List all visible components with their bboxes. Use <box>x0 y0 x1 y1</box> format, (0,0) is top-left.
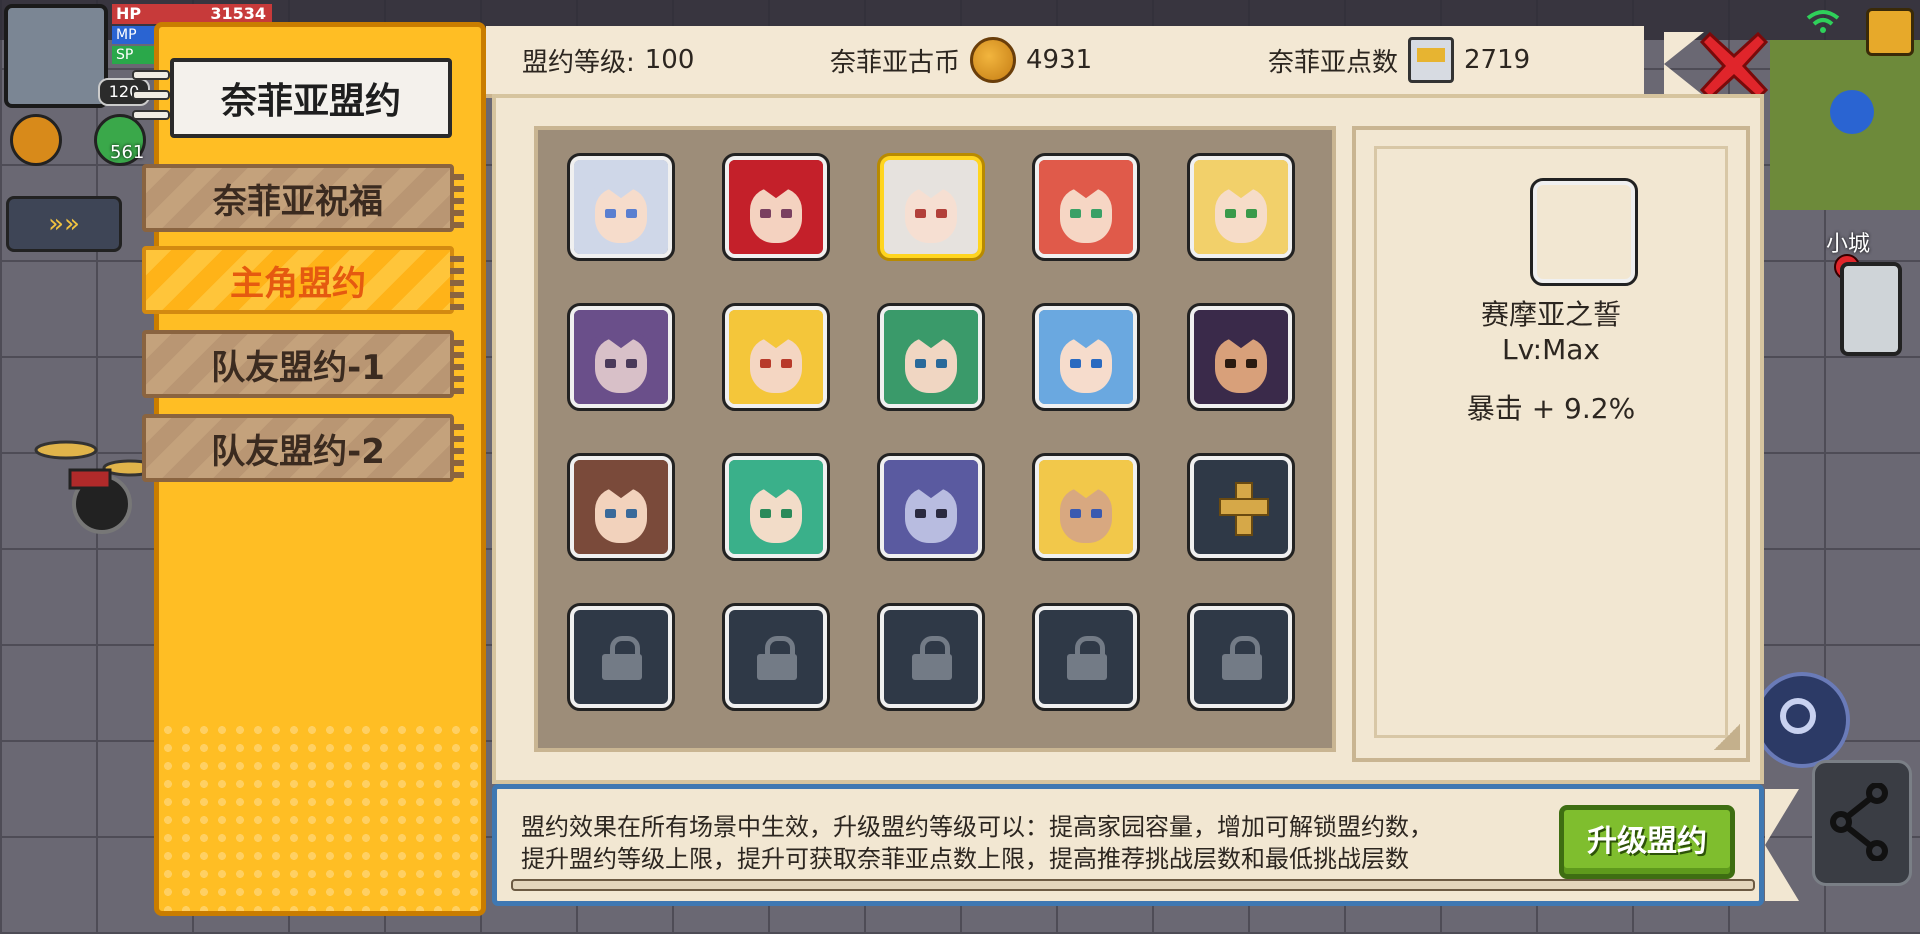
currency-bar: 盟约等级: 100 奈菲亚古币 4931 奈菲亚点数 2719 <box>486 26 1704 98</box>
character-portrait <box>1039 310 1133 404</box>
pact-slot-character[interactable] <box>877 303 985 411</box>
tab-nephia-blessing[interactable]: 奈菲亚祝福 <box>142 164 464 232</box>
player-avatar[interactable] <box>4 4 108 108</box>
drum-kit-prop <box>34 440 158 534</box>
pact-slot-locked[interactable] <box>1032 603 1140 711</box>
character-portrait <box>1039 460 1133 554</box>
fullscreen-icon[interactable] <box>1866 8 1914 56</box>
pact-level-value: 100 <box>644 45 695 75</box>
tab-label: 主角盟约 <box>230 263 366 304</box>
settings-gear-icon[interactable] <box>1754 672 1850 768</box>
lock-icon <box>1067 636 1107 680</box>
pact-level-label: 盟约等级: <box>522 47 635 78</box>
pact-slot-locked[interactable] <box>567 603 675 711</box>
points-value: 2719 <box>1464 45 1531 75</box>
expand-arrows-button[interactable]: »» <box>6 196 122 252</box>
mp-label: MP <box>116 27 137 43</box>
close-icon[interactable] <box>1698 30 1770 102</box>
minimap[interactable] <box>1770 40 1920 210</box>
pact-slot-character[interactable] <box>1187 153 1295 261</box>
memory-card-icon <box>1408 37 1455 83</box>
pact-slot-locked[interactable] <box>722 603 830 711</box>
hp-label: HP <box>116 4 142 23</box>
lock-icon <box>757 636 797 680</box>
plus-icon <box>1219 482 1269 536</box>
pact-slot-character[interactable] <box>567 153 675 261</box>
lock-icon <box>912 636 952 680</box>
upgrade-pact-button[interactable]: 升级盟约 <box>1559 805 1735 879</box>
lock-icon <box>1222 636 1262 680</box>
coin-label: 奈菲亚古币 <box>830 47 961 78</box>
tab-label: 队友盟约-1 <box>211 347 385 388</box>
skill-orange-icon[interactable] <box>10 114 62 166</box>
character-portrait <box>574 160 668 254</box>
phone-icon[interactable] <box>1840 262 1902 356</box>
points-display: 奈菲亚点数 2719 <box>1268 26 1530 94</box>
pact-slot-character[interactable] <box>1032 153 1140 261</box>
pact-slot-character[interactable] <box>722 303 830 411</box>
pact-slot-locked[interactable] <box>877 603 985 711</box>
character-portrait <box>1194 310 1288 404</box>
pact-description-bar: 盟约效果在所有场景中生效，升级盟约等级可以：提高家园容量，增加可解锁盟约数， 提… <box>492 784 1799 906</box>
pact-slot-add[interactable] <box>1187 453 1295 561</box>
detail-portrait <box>1530 178 1638 286</box>
pact-slot-character[interactable] <box>1032 453 1140 561</box>
detail-pact-level: Lv:Max <box>1502 333 1600 366</box>
tab-nephia-pact[interactable]: 奈菲亚盟约 <box>170 58 452 138</box>
binder-ring-icon <box>132 70 170 80</box>
lock-icon <box>602 636 642 680</box>
character-portrait <box>1194 160 1288 254</box>
share-button[interactable] <box>1812 760 1912 886</box>
pact-slot-character[interactable] <box>877 453 985 561</box>
pact-detail-card: 赛摩亚之誓 Lv:Max 暴击 + 9.2% <box>1352 126 1750 762</box>
player-hud <box>0 0 110 110</box>
coin-value: 4931 <box>1026 45 1093 75</box>
tab-label: 队友盟约-2 <box>211 431 385 472</box>
pact-slot-character[interactable] <box>567 303 675 411</box>
pact-level-display: 盟约等级: 100 <box>522 26 694 94</box>
description-line-2: 提升盟约等级上限，提升可获取奈菲亚点数上限，提高推荐挑战层数和最低挑战层数 <box>521 845 1409 873</box>
points-label: 奈菲亚点数 <box>1268 47 1399 78</box>
tab-label: 奈菲亚盟约 <box>220 81 401 122</box>
wifi-icon <box>1806 10 1840 33</box>
character-portrait <box>729 310 823 404</box>
description-scroll-bar <box>511 879 1755 891</box>
coin-display: 奈菲亚古币 4931 <box>830 26 1092 94</box>
tab-hero-pact[interactable]: 主角盟约 <box>142 246 464 314</box>
tab-panel-pattern <box>159 721 481 911</box>
pact-description: 盟约效果在所有场景中生效，升级盟约等级可以：提高家园容量，增加可解锁盟约数， 提… <box>521 811 1521 875</box>
page-curl-icon <box>1714 724 1740 750</box>
character-portrait <box>574 460 668 554</box>
minimap-marker <box>1830 90 1874 134</box>
character-portrait <box>1039 160 1133 254</box>
pact-slot-character[interactable] <box>567 453 675 561</box>
share-icon <box>1830 783 1888 861</box>
character-portrait <box>884 310 978 404</box>
pact-slot-character[interactable] <box>1032 303 1140 411</box>
pact-slot-character[interactable] <box>722 153 830 261</box>
detail-pact-bonus: 暴击 + 9.2% <box>1466 392 1636 425</box>
detail-pact-name: 赛摩亚之誓 <box>1480 298 1621 331</box>
character-portrait <box>729 160 823 254</box>
coin-icon <box>970 37 1017 83</box>
pact-slot-locked[interactable] <box>1187 603 1295 711</box>
character-portrait <box>729 460 823 554</box>
tab-teammate-pact-1[interactable]: 队友盟约-1 <box>142 330 464 398</box>
pact-slot-character[interactable] <box>877 153 985 261</box>
hp-bar: HP 31534 <box>112 4 272 24</box>
hp-value: 31534 <box>210 4 266 23</box>
binder-ring-icon <box>132 90 170 100</box>
pact-slot-character[interactable] <box>1187 303 1295 411</box>
description-line-1: 盟约效果在所有场景中生效，升级盟约等级可以：提高家园容量，增加可解锁盟约数， <box>521 813 1433 841</box>
tab-teammate-pact-2[interactable]: 队友盟约-2 <box>142 414 464 482</box>
character-portrait <box>574 310 668 404</box>
sp-label: SP <box>116 47 134 63</box>
character-portrait <box>884 160 978 254</box>
skill-count: 561 <box>110 142 145 163</box>
character-portrait <box>884 460 978 554</box>
tab-label: 奈菲亚祝福 <box>213 181 383 222</box>
pact-slot-character[interactable] <box>722 453 830 561</box>
binder-ring-icon <box>132 110 170 120</box>
